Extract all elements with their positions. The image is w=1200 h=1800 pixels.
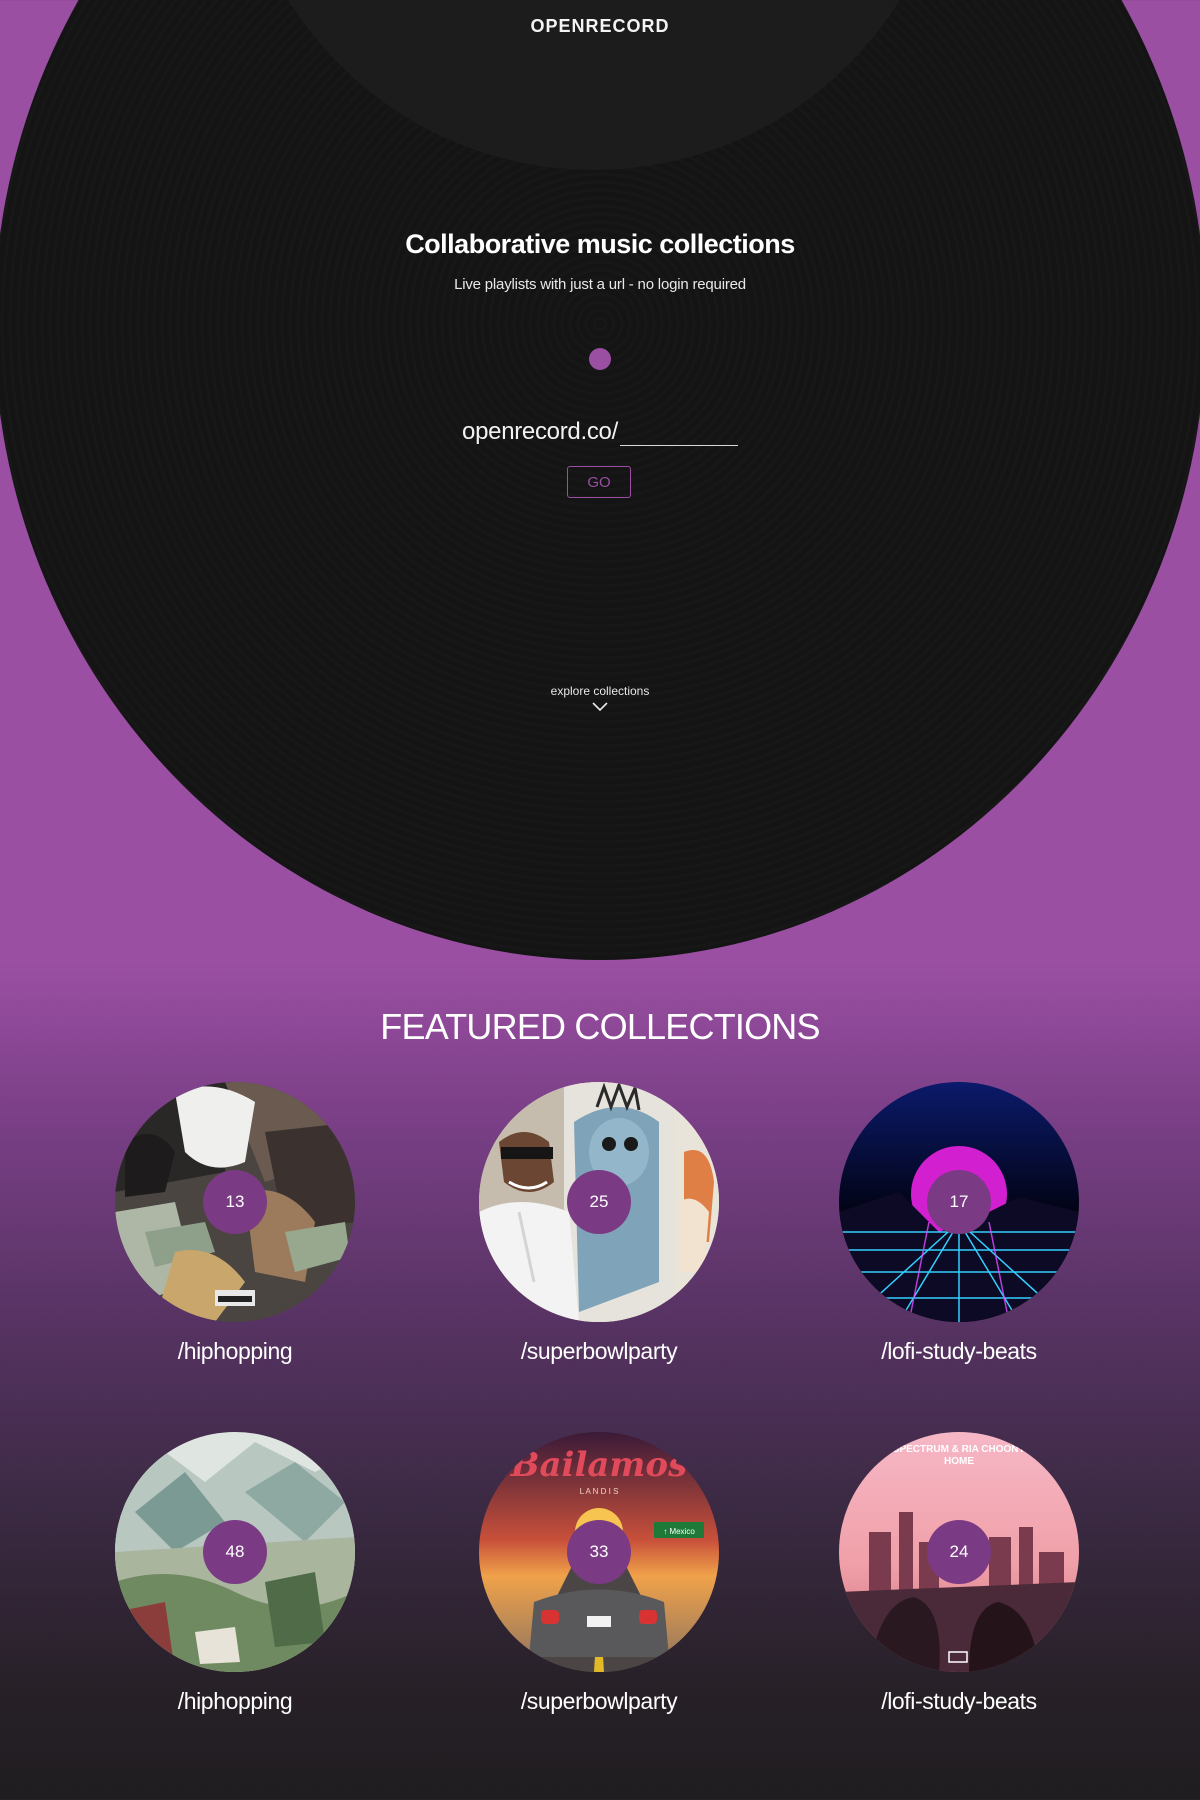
track-count-badge: 24 (927, 1520, 991, 1584)
track-count-badge: 17 (927, 1170, 991, 1234)
collection-name[interactable]: /hiphopping (105, 1688, 365, 1715)
go-button[interactable]: GO (567, 466, 631, 498)
bailamos-sign-text: ↑ Mexico (663, 1527, 695, 1536)
collection-cover-art: 25 (479, 1082, 719, 1322)
featured-collections-heading: FEATURED COLLECTIONS (380, 1006, 820, 1047)
url-prefix: openrecord.co/ (462, 418, 618, 445)
collection-card[interactable]: SPECTRUM & RIA CHOONY HOME 24 /lofi-stud… (829, 1432, 1089, 1715)
collection-card[interactable]: ↑ Mexico Bailamos L A N D I S 33 /superb… (469, 1432, 729, 1715)
hero-subtitle: Live playlists with just a url - no logi… (454, 276, 746, 293)
collection-card[interactable]: 17 /lofi-study-beats (829, 1082, 1089, 1365)
collection-cover-art: ↑ Mexico Bailamos L A N D I S 33 (479, 1432, 719, 1672)
collection-cover-art: 13 (115, 1082, 355, 1322)
collection-name[interactable]: /lofi-study-beats (829, 1338, 1089, 1365)
collection-card[interactable]: 25 /superbowlparty (469, 1082, 729, 1365)
track-count-badge: 13 (203, 1170, 267, 1234)
collection-name[interactable]: /superbowlparty (469, 1688, 729, 1715)
collection-cover-art: SPECTRUM & RIA CHOONY HOME 24 (839, 1432, 1079, 1672)
collection-url-form: openrecord.co/ (0, 418, 1200, 446)
track-count-badge: 33 (567, 1520, 631, 1584)
bailamos-artist-text: L A N D I S (580, 1487, 619, 1496)
explore-collections-link[interactable]: explore collections (0, 684, 1200, 712)
brand-logo[interactable]: OPENRECORD (0, 16, 1200, 37)
record-spindle-dot (589, 348, 611, 370)
explore-collections-label: explore collections (550, 684, 650, 698)
home-title-text: HOME (944, 1456, 974, 1467)
track-count-badge: 48 (203, 1520, 267, 1584)
collection-name[interactable]: /lofi-study-beats (829, 1688, 1089, 1715)
track-count-badge: 25 (567, 1170, 631, 1234)
collection-card[interactable]: 48 /hiphopping (105, 1432, 365, 1715)
collection-name-input[interactable] (619, 418, 738, 446)
collection-name[interactable]: /hiphopping (105, 1338, 365, 1365)
hero-title: Collaborative music collections (405, 229, 795, 259)
collection-cover-art: 17 (839, 1082, 1079, 1322)
collection-name[interactable]: /superbowlparty (469, 1338, 729, 1365)
chevron-down-icon (592, 702, 608, 712)
home-artist-text: SPECTRUM & RIA CHOONY (893, 1444, 1026, 1455)
bailamos-title-text: Bailamos (510, 1445, 687, 1485)
collection-card[interactable]: 13 /hiphopping (105, 1082, 365, 1365)
collection-cover-art: 48 (115, 1432, 355, 1672)
